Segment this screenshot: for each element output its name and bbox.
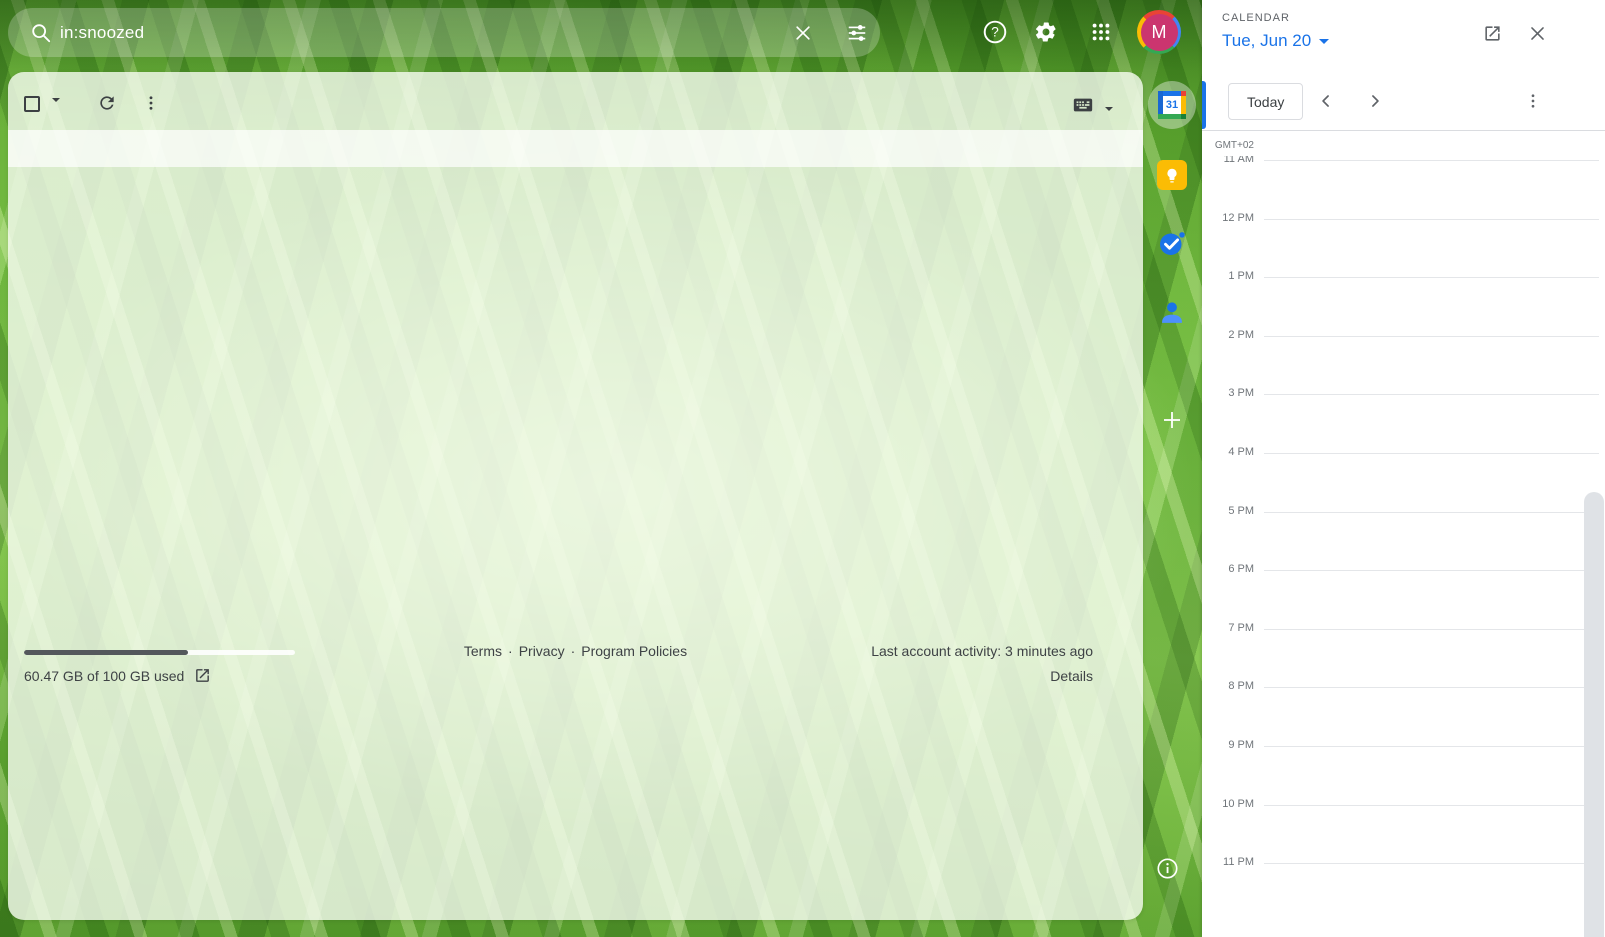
hour-gridline [1264, 805, 1599, 806]
hour-gridline [1264, 336, 1599, 337]
day-time-grid: 11 AM 12 PM 1 PM 2 PM 3 PM 4 PM 5 PM 6 P… [1202, 156, 1605, 937]
hour-label: 12 PM [1222, 212, 1254, 224]
storage-used-text: 60.47 GB of 100 GB used [24, 668, 184, 684]
calendar-panel-title: CALENDAR [1222, 12, 1290, 24]
refresh-icon[interactable] [90, 86, 124, 120]
more-options-icon[interactable] [134, 86, 168, 120]
settings-gear-icon[interactable] [1026, 12, 1066, 52]
empty-search-results-row [8, 130, 1143, 167]
google-contacts-icon [1158, 298, 1186, 326]
search-icon[interactable] [30, 22, 52, 44]
calendar-scrollbar-thumb[interactable] [1584, 492, 1604, 937]
hour-gridline [1264, 453, 1599, 454]
calendar-more-options-icon[interactable] [1515, 83, 1551, 119]
search-input[interactable]: in:snoozed [8, 8, 880, 57]
hour-label: 10 PM [1222, 798, 1254, 810]
hour-label: 1 PM [1228, 270, 1254, 282]
input-tools-dropdown-icon[interactable] [1105, 111, 1113, 129]
terms-link[interactable]: Terms [464, 643, 502, 659]
hour-label: 7 PM [1228, 622, 1254, 634]
hour-gridline [1264, 160, 1599, 161]
storage-manage-open-icon[interactable] [194, 667, 211, 684]
hour-label: 8 PM [1228, 680, 1254, 692]
hour-gridline [1264, 863, 1599, 864]
calendar-side-panel: CALENDAR Tue, Jun 20 Today GMT+02 11 AM … [1202, 0, 1605, 937]
hour-gridline [1264, 570, 1599, 571]
next-day-chevron-icon[interactable] [1357, 83, 1393, 119]
search-query-text[interactable]: in:snoozed [60, 23, 144, 43]
hour-gridline [1264, 219, 1599, 220]
hour-label: 5 PM [1228, 505, 1254, 517]
hour-label: 11 PM [1223, 856, 1254, 868]
input-tools-keyboard-icon[interactable] [1066, 88, 1100, 122]
google-calendar-icon: 31 [1158, 91, 1186, 119]
google-tasks-icon [1157, 228, 1187, 258]
hour-label: 11 AM [1224, 156, 1254, 165]
hour-gridline [1264, 512, 1599, 513]
side-panel-info-icon[interactable] [1143, 844, 1191, 892]
mail-list-panel: 60.47 GB of 100 GB used Terms·Privacy·Pr… [8, 72, 1143, 920]
sidebar-item-contacts[interactable] [1148, 288, 1196, 336]
previous-day-chevron-icon[interactable] [1308, 83, 1344, 119]
calendar-toolbar: Today [1202, 72, 1605, 131]
hour-gridline [1264, 629, 1599, 630]
hour-gridline [1264, 277, 1599, 278]
help-icon[interactable]: ? [975, 12, 1015, 52]
select-dropdown-icon[interactable] [52, 102, 60, 120]
gmail-snoozed-search-with-calendar-panel: { "topbar": { "search": { "query": "in:s… [0, 0, 1605, 937]
avatar-letter: M [1141, 14, 1178, 51]
svg-text:?: ? [991, 25, 999, 40]
open-in-new-tab-icon[interactable] [1474, 15, 1510, 51]
date-dropdown-icon [1319, 39, 1329, 44]
close-panel-icon[interactable] [1519, 15, 1555, 51]
google-keep-icon [1157, 160, 1187, 190]
account-avatar[interactable]: M [1137, 10, 1181, 54]
today-button[interactable]: Today [1228, 83, 1303, 120]
sidebar-item-keep[interactable] [1148, 151, 1196, 199]
activity-details-link[interactable]: Details [1050, 668, 1093, 684]
get-addons-plus-icon[interactable] [1148, 396, 1196, 444]
hour-label: 4 PM [1228, 446, 1254, 458]
privacy-link[interactable]: Privacy [519, 643, 565, 659]
hour-label: 9 PM [1228, 739, 1254, 751]
search-options-tune-icon[interactable] [839, 15, 875, 51]
hour-label: 6 PM [1228, 563, 1254, 575]
program-policies-link[interactable]: Program Policies [581, 643, 687, 659]
calendar-date-selector[interactable]: Tue, Jun 20 [1222, 31, 1329, 51]
hour-gridline [1264, 746, 1599, 747]
clear-search-icon[interactable] [785, 15, 821, 51]
hour-gridline [1264, 394, 1599, 395]
google-apps-grid-icon[interactable] [1081, 12, 1121, 52]
timezone-label: GMT+02 [1202, 140, 1254, 151]
sidebar-item-calendar[interactable]: 31 [1148, 81, 1196, 129]
last-account-activity-text: Last account activity: 3 minutes ago [871, 643, 1093, 659]
hour-label: 3 PM [1228, 387, 1254, 399]
sidebar-item-tasks[interactable] [1148, 219, 1196, 267]
hour-label: 2 PM [1228, 329, 1254, 341]
hour-gridline [1264, 687, 1599, 688]
select-all-checkbox[interactable] [24, 96, 40, 112]
